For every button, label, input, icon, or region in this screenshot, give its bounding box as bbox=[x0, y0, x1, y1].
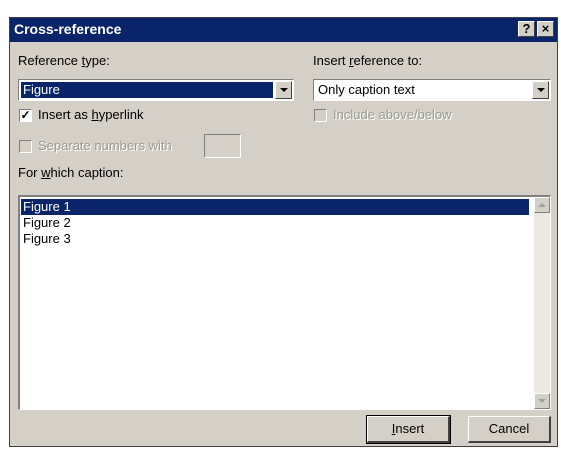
reference-type-value: Figure bbox=[21, 82, 273, 98]
separate-numbers-checkbox[interactable] bbox=[19, 140, 32, 153]
separate-numbers-label: Separate numbers with bbox=[38, 138, 172, 153]
vertical-scrollbar[interactable] bbox=[534, 197, 550, 409]
dialog-title: Cross-reference bbox=[14, 21, 122, 37]
hyperlink-checkbox[interactable]: ✓ bbox=[19, 109, 32, 122]
chevron-down-icon[interactable] bbox=[275, 81, 292, 99]
reference-type-label: Reference type: bbox=[18, 53, 110, 68]
scroll-up-icon[interactable] bbox=[534, 197, 550, 213]
hyperlink-label: Insert as hyperlink bbox=[38, 107, 144, 122]
title-bar[interactable]: Cross-reference ? × bbox=[10, 18, 557, 42]
insert-reference-to-label: Insert reference to: bbox=[313, 53, 423, 68]
separate-numbers-field[interactable] bbox=[204, 134, 241, 158]
help-icon[interactable]: ? bbox=[518, 21, 535, 37]
insert-reference-to-value: Only caption text bbox=[318, 82, 415, 97]
include-above-below-label: Include above/below bbox=[333, 107, 452, 122]
caption-list-label: For which caption: bbox=[18, 165, 124, 180]
caption-listbox[interactable]: Figure 1 Figure 2 Figure 3 bbox=[18, 195, 551, 410]
list-item-figure-1[interactable]: Figure 1 bbox=[21, 199, 529, 215]
chevron-down-icon[interactable] bbox=[532, 81, 549, 99]
scroll-down-icon[interactable] bbox=[534, 393, 550, 409]
include-above-below-checkbox[interactable] bbox=[314, 109, 327, 122]
insert-reference-to-dropdown[interactable]: Only caption text bbox=[313, 79, 551, 101]
list-item-figure-3[interactable]: Figure 3 bbox=[21, 231, 529, 247]
reference-type-dropdown[interactable]: Figure bbox=[18, 79, 294, 101]
close-icon[interactable]: × bbox=[537, 21, 554, 37]
insert-button[interactable]: Insert bbox=[366, 415, 451, 444]
cancel-button[interactable]: Cancel bbox=[468, 416, 551, 443]
list-item-figure-2[interactable]: Figure 2 bbox=[21, 215, 529, 231]
cross-reference-dialog: Cross-reference ? × Reference type: Figu… bbox=[9, 17, 558, 447]
